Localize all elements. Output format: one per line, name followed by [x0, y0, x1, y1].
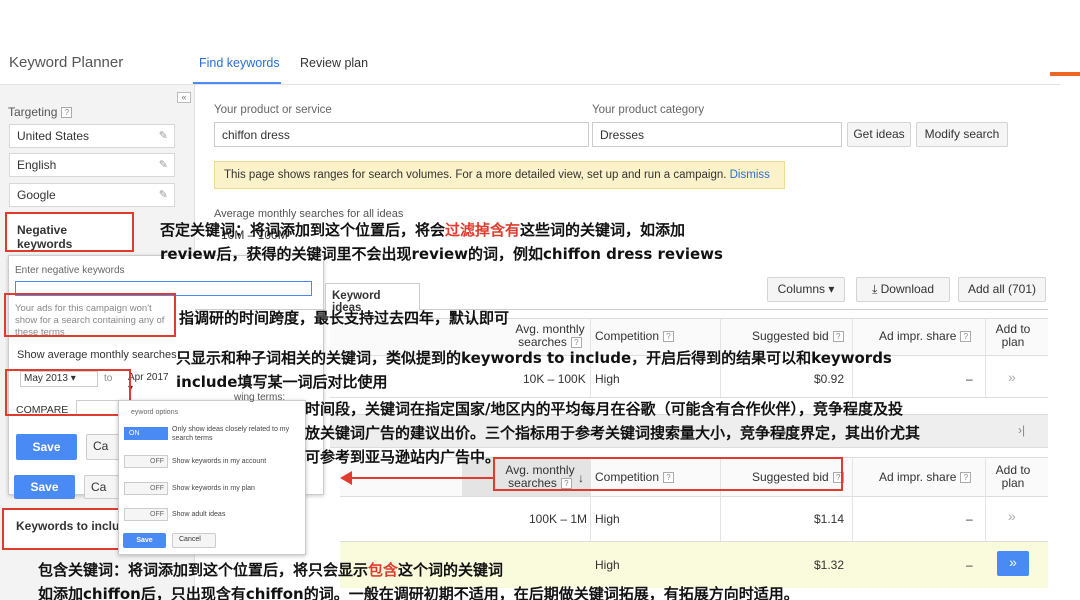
download-label: Download — [880, 282, 935, 296]
annotation-keywords-include: 包含关键词：将词添加到这个位置后，将只会显示包含这个词的关键词 如添加chiff… — [38, 558, 938, 600]
target-location[interactable]: United States ✎ — [9, 124, 175, 148]
download-icon: ⤓ — [871, 282, 878, 296]
date-range-highlight — [5, 369, 131, 416]
category-label: Your product category — [592, 104, 705, 116]
target-language[interactable]: English ✎ — [9, 153, 175, 177]
annotation-text: 包含关键词：将词添加到这个位置后，将只会显示 — [38, 561, 369, 579]
cell-searches: 100K – 1M — [529, 512, 588, 526]
column-divider — [985, 318, 986, 398]
show-average-label: Show average monthly searches — [17, 349, 177, 361]
help-icon[interactable]: ? — [960, 331, 972, 343]
toggle-in-account[interactable]: OFF — [124, 455, 168, 468]
toggle-adult-ideas[interactable]: OFF — [124, 508, 168, 521]
tab-review-plan[interactable]: Review plan — [300, 56, 368, 70]
option-label: Only show ideas closely related to my se… — [172, 426, 290, 442]
target-language-value: English — [17, 158, 57, 172]
pencil-icon[interactable]: ✎ — [159, 129, 168, 142]
save-button[interactable]: Save — [123, 533, 166, 548]
product-label: Your product or service — [214, 104, 332, 116]
collapse-sidebar-icon[interactable]: « — [177, 92, 191, 103]
annotation-text: 时间段，关键词在指定国家/地区内的平均每月在谷歌（可能含有合作伙伴），竞争程度及… — [305, 400, 903, 418]
help-icon[interactable]: ? — [832, 331, 844, 343]
col-add-to-line2: plan — [1001, 476, 1025, 490]
pencil-icon[interactable]: ✎ — [159, 188, 168, 201]
arrow-left-icon — [340, 471, 352, 485]
cell-share: – — [966, 512, 973, 526]
keyword-options-popup — [118, 400, 306, 555]
annotation-text: 这些词的关键词，如添加 — [520, 221, 686, 239]
tab-find-keywords[interactable]: Find keywords — [199, 56, 280, 70]
annotation-text: 这个词的关键词 — [398, 561, 504, 579]
targeting-label-text: Targeting — [8, 105, 58, 119]
app-title: Keyword Planner — [9, 54, 124, 71]
cancel-button[interactable]: Ca — [86, 434, 121, 460]
col-suggested-bid[interactable]: Suggested bid? — [752, 330, 844, 343]
annotation-highlight: 过滤掉含有 — [445, 221, 521, 239]
help-icon[interactable]: ? — [61, 107, 73, 119]
col-competition[interactable]: Competition? — [595, 329, 675, 343]
col-ad-impr-share-label: Ad impr. share — [879, 470, 957, 484]
modify-search-button[interactable]: Modify search — [916, 122, 1008, 147]
category-input[interactable]: Dresses — [592, 122, 842, 147]
option-label: Show keywords in my account — [172, 458, 267, 465]
toggle-closely-related[interactable]: ON — [124, 427, 168, 440]
annotation-date-range: 指调研的时间跨度，最长支持过去四年，默认即可 — [179, 309, 510, 327]
target-network[interactable]: Google ✎ — [9, 183, 175, 207]
targeting-label: Targeting? — [8, 105, 73, 119]
date-end-select[interactable]: Apr 2017 ▾ — [125, 371, 175, 394]
cell-share: – — [966, 558, 973, 572]
keyword-options-title: eyword options — [131, 409, 179, 416]
toggle-in-plan[interactable]: OFF — [124, 482, 168, 495]
col-add-to-line2: plan — [1001, 335, 1025, 349]
annotation-metrics: 时间段，关键词在指定国家/地区内的平均每月在谷歌（可能含有合作伙伴），竞争程度及… — [305, 397, 1035, 469]
col-ad-impr-share[interactable]: Ad impr. share? — [879, 470, 972, 484]
add-to-plan-icon[interactable]: » — [1008, 369, 1016, 385]
col-ad-impr-share[interactable]: Ad impr. share? — [879, 329, 972, 343]
annotation-text: 否定关键词：将词添加到这个位置后，将会 — [160, 221, 446, 239]
annotation-negative-keywords: 否定关键词：将词添加到这个位置后，将会过滤掉含有这些词的关键词，如添加 revi… — [160, 218, 820, 266]
annotation-highlight: 包含 — [368, 561, 399, 579]
col-competition-label: Competition — [595, 329, 660, 343]
annotation-text: review后，获得的关键词里不会出现review的词，例如chiffon dr… — [160, 245, 723, 263]
enter-negative-label: Enter negative keywords — [15, 265, 125, 276]
accent-bar — [1050, 72, 1080, 76]
notice-text: This page shows ranges for search volume… — [224, 169, 730, 181]
columns-button[interactable]: Columns ▾ — [767, 277, 845, 302]
target-network-value: Google — [17, 188, 56, 202]
arrow-line — [343, 477, 493, 479]
add-to-plan-icon[interactable]: » — [1008, 508, 1016, 524]
pencil-icon[interactable]: ✎ — [159, 158, 168, 171]
dismiss-link[interactable]: Dismiss — [730, 169, 770, 181]
option-label: Show adult ideas — [172, 511, 226, 518]
ads-note: Your ads for this campaign won't show fo… — [4, 293, 176, 338]
annotation-text: 可参考到亚马逊站内广告中。 — [305, 448, 501, 466]
cancel-button[interactable]: Cancel — [172, 533, 216, 548]
annotation-text: include填写某一词后对比使用 — [176, 373, 388, 391]
target-location-value: United States — [17, 129, 90, 143]
cancel-button[interactable]: Ca — [84, 475, 120, 499]
annotation-text: 只显示和种子词相关的关键词，类似提到的keywords to include，开… — [176, 349, 892, 367]
cell-bid: $1.14 — [814, 512, 845, 526]
col-ad-impr-share-label: Ad impr. share — [879, 329, 957, 343]
negative-keywords-section[interactable]: Negative keywords — [5, 212, 134, 252]
option-label: Show keywords in my plan — [172, 485, 255, 492]
help-icon[interactable]: ? — [663, 331, 675, 343]
download-button[interactable]: ⤓ Download — [856, 277, 950, 302]
add-to-plan-button[interactable]: » — [997, 551, 1029, 576]
annotation-text: 如添加chiffon后，只出现含有chiffon的词。一般在调研初期不适用，在后… — [38, 585, 799, 600]
annotation-related-only: 只显示和种子词相关的关键词，类似提到的keywords to include，开… — [176, 346, 976, 394]
save-button[interactable]: Save — [14, 475, 75, 499]
notice-banner: This page shows ranges for search volume… — [214, 161, 785, 189]
help-icon[interactable]: ? — [960, 472, 972, 484]
get-ideas-button[interactable]: Get ideas — [847, 122, 911, 147]
save-button[interactable]: Save — [16, 434, 77, 460]
annotation-text: 放关键词广告的建议出价。三个指标用于参考关键词搜索量大小，竞争程度界定，其出价尤… — [305, 424, 921, 442]
cell-competition: High — [595, 512, 620, 526]
col-add-to-plan: Add to plan — [990, 323, 1036, 349]
col-suggested-bid-label: Suggested bid — [752, 329, 829, 343]
add-all-button[interactable]: Add all (701) — [958, 277, 1046, 302]
product-input[interactable]: chiffon dress — [214, 122, 589, 147]
